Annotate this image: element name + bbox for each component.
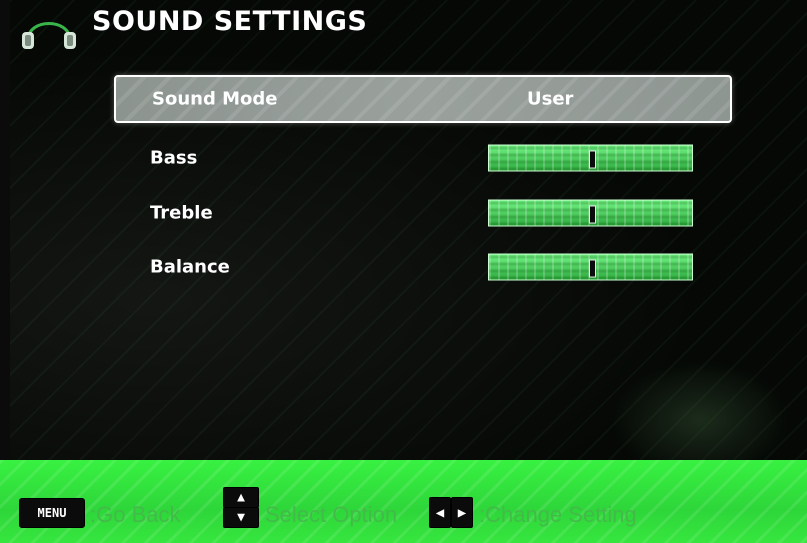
- menu-item-label: Bass: [150, 147, 198, 169]
- menu-item-treble[interactable]: Treble: [114, 189, 732, 237]
- menu-item-label: Treble: [150, 202, 213, 224]
- menu-item-bass[interactable]: Bass: [114, 134, 732, 182]
- balance-slider[interactable]: [488, 253, 693, 281]
- menu-item-label: Balance: [150, 256, 230, 278]
- right-arrow-icon[interactable]: ▶: [451, 497, 473, 528]
- go-back-hint: :Go Back: [90, 502, 181, 527]
- bass-slider-thumb[interactable]: [588, 150, 596, 169]
- help-bar: MENU :Go Back ▲ ▼ Select Option ◀ ▶ :Cha…: [0, 460, 807, 543]
- balance-slider-thumb[interactable]: [588, 259, 596, 278]
- up-arrow-icon[interactable]: ▲: [223, 487, 259, 508]
- menu-key[interactable]: MENU: [19, 498, 85, 528]
- sound-mode-value: User: [527, 88, 574, 110]
- treble-slider[interactable]: [488, 199, 693, 227]
- left-arrow-icon[interactable]: ◀: [429, 497, 451, 528]
- select-option-hint: Select Option: [265, 502, 398, 527]
- menu-item-label: Sound Mode: [152, 88, 278, 110]
- treble-slider-thumb[interactable]: [588, 205, 596, 224]
- down-arrow-icon[interactable]: ▼: [223, 507, 259, 528]
- headphones-icon: [22, 22, 76, 49]
- bass-slider[interactable]: [488, 144, 693, 172]
- change-setting-hint: :Change Setting: [479, 502, 637, 527]
- menu-item-balance[interactable]: Balance: [114, 243, 732, 291]
- page-title: SOUND SETTINGS: [92, 6, 368, 37]
- menu-item-sound-mode[interactable]: Sound Mode User: [114, 75, 732, 123]
